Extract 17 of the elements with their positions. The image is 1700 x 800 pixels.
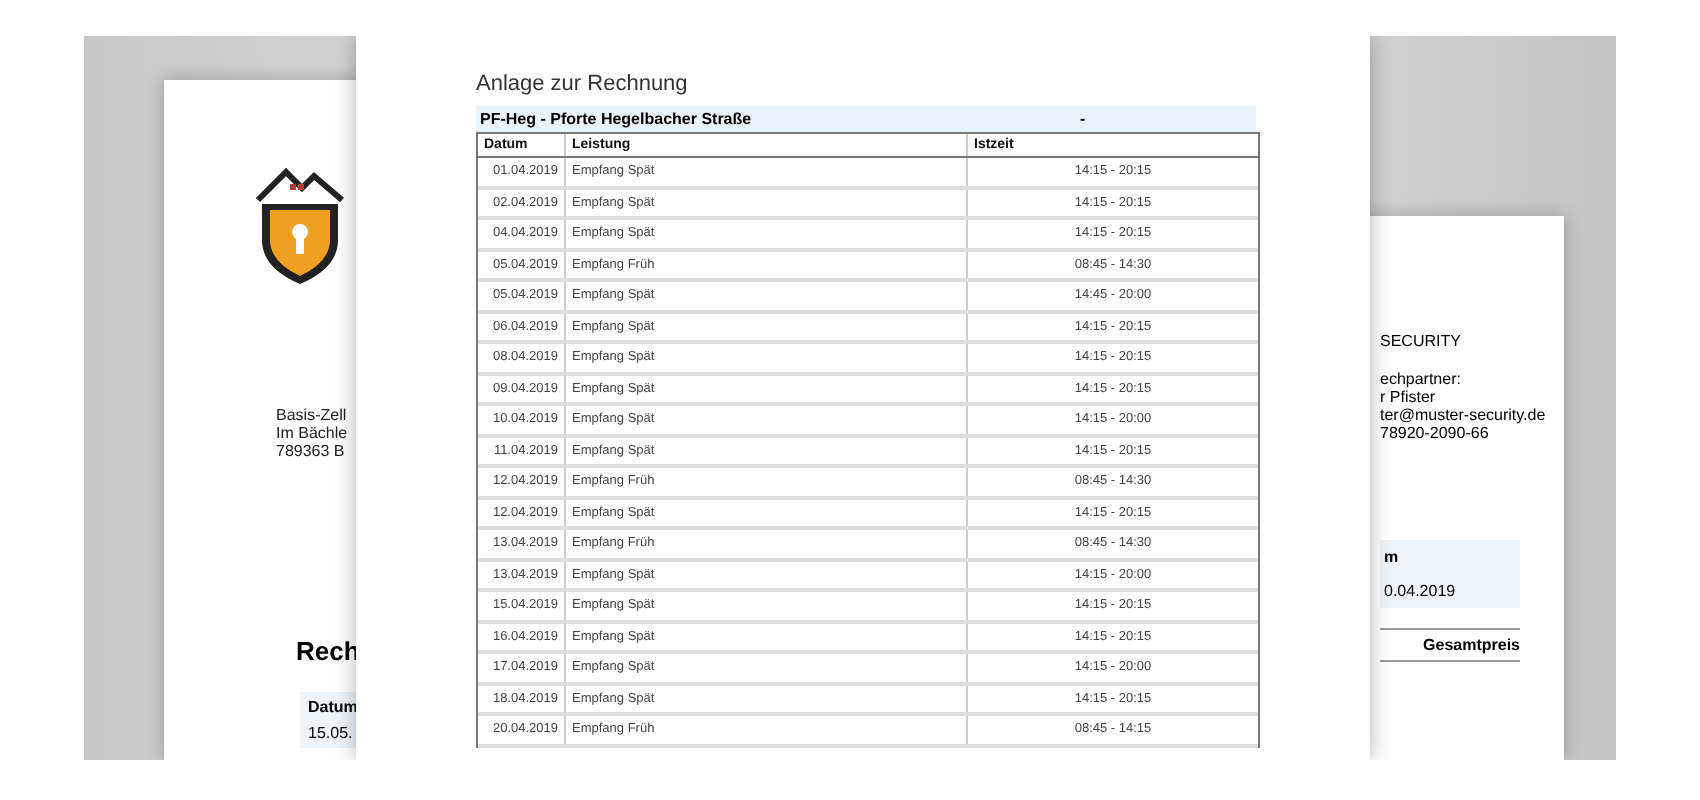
info-label: m bbox=[1384, 548, 1401, 566]
contact-line: r Pfister bbox=[1380, 388, 1438, 406]
document-title: Anlage zur Rechnung bbox=[476, 72, 690, 96]
address-line: 789363 B bbox=[276, 442, 347, 460]
location-value: - bbox=[1080, 110, 1088, 128]
contact-line: echpartner: bbox=[1380, 370, 1463, 388]
company-name: SECURITY bbox=[1380, 332, 1461, 350]
invoice-heading: Rech bbox=[296, 636, 360, 666]
location-name: PF-Heg - Pforte Hegelbacher Straße bbox=[480, 110, 754, 128]
address-line: Basis-Zell bbox=[276, 406, 348, 424]
contact-line: ter@muster-security.de bbox=[1380, 406, 1546, 424]
date-label: Datum bbox=[308, 698, 358, 716]
address-line: Im Bächle bbox=[276, 424, 348, 442]
date-value: 15.05. bbox=[308, 724, 355, 742]
contact-line: 78920-2090-66 bbox=[1380, 424, 1491, 442]
column-header: Gesamtpreis bbox=[1380, 628, 1520, 662]
info-value: 0.04.2019 bbox=[1384, 582, 1458, 600]
